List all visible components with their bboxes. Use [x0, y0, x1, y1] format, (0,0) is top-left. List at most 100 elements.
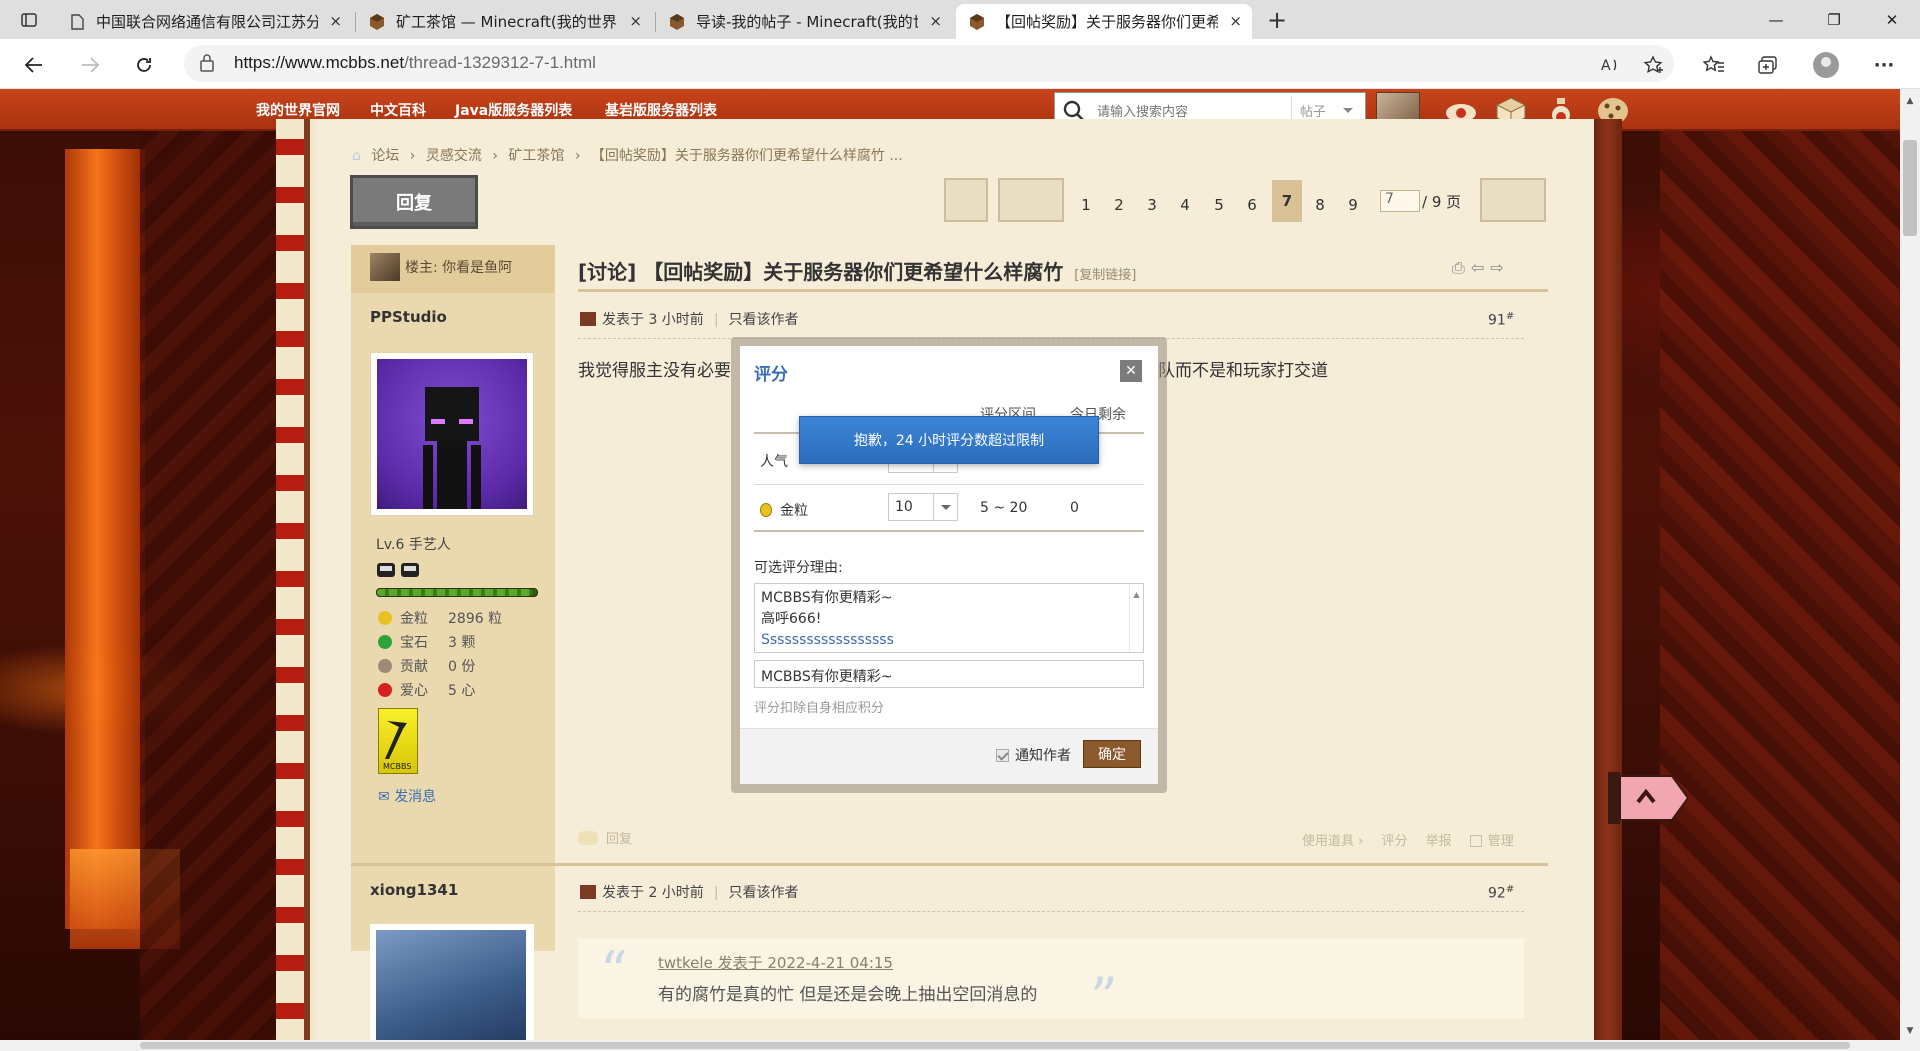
browser-tab-active[interactable]: 【回帖奖励】关于服务器你们更希 ×: [956, 4, 1252, 39]
rate-select-gold[interactable]: 10: [888, 493, 958, 521]
page-link[interactable]: 1: [1071, 190, 1101, 220]
page-link[interactable]: 6: [1237, 190, 1267, 220]
nav-link-java-servers[interactable]: Java版服务器列表: [455, 100, 572, 120]
page-link[interactable]: 8: [1305, 190, 1335, 220]
scroll-down-icon[interactable]: ▼: [1900, 1022, 1920, 1040]
restore-button[interactable]: ❐: [1806, 0, 1862, 39]
tab-close-icon[interactable]: ×: [1229, 12, 1242, 30]
copy-link[interactable]: [复制链接]: [1074, 268, 1136, 283]
page-link[interactable]: 2: [1104, 190, 1134, 220]
breadcrumb-item[interactable]: 灵感交流: [426, 148, 482, 164]
horizontal-scrollbar-thumb[interactable]: [140, 1042, 1850, 1049]
scroll-up-icon[interactable]: ▲: [1900, 92, 1920, 110]
nav-link-wiki[interactable]: 中文百科: [370, 100, 426, 120]
post-time: 发表于 2 小时前: [602, 885, 704, 901]
manage-checkbox[interactable]: [1469, 835, 1482, 847]
nav-link-bedrock-servers[interactable]: 基岩版服务器列表: [605, 100, 717, 120]
forward-button[interactable]: [72, 47, 108, 83]
reply-button[interactable]: 回复: [350, 175, 478, 229]
browser-tab[interactable]: 导读-我的帖子 - Minecraft(我的世 ×: [656, 4, 952, 39]
url-field[interactable]: https://www.mcbbs.net/thread-1329312-7-1…: [184, 45, 1674, 82]
tab-close-icon[interactable]: ×: [329, 12, 342, 30]
op-label[interactable]: 楼主: 你看是鱼阿: [405, 257, 512, 277]
meta-divider: [578, 911, 1524, 912]
reason-list[interactable]: MCBBS有你更精彩~ 高呼666! Ssssssssssssssssss ▲▼: [754, 583, 1144, 683]
next-page-button[interactable]: [1480, 178, 1546, 222]
rate-range-gold: 5 ~ 20: [980, 500, 1028, 516]
level-badge-icon: [377, 563, 419, 577]
floor-number[interactable]: 91#: [1488, 311, 1514, 329]
pig-mascot-icon[interactable]: [1608, 768, 1688, 828]
page-link[interactable]: 3: [1137, 190, 1167, 220]
home-icon[interactable]: ⌂: [352, 148, 361, 164]
nav-link-official[interactable]: 我的世界官网: [256, 100, 340, 120]
post-author[interactable]: PPStudio: [370, 308, 447, 326]
scrollbar-thumb[interactable]: [1903, 140, 1917, 236]
post-author[interactable]: xiong1341: [370, 881, 458, 899]
stat-gold: 金粒 2896 粒: [378, 608, 502, 628]
favorites-icon[interactable]: [1698, 49, 1730, 81]
notify-author-checkbox[interactable]: 通知作者: [996, 745, 1071, 765]
stat-value: 5 心: [448, 683, 476, 699]
browser-tab[interactable]: 中国联合网络通信有限公司江苏分 ×: [56, 4, 352, 39]
page-link[interactable]: 4: [1170, 190, 1200, 220]
close-icon[interactable]: ✕: [1120, 360, 1142, 382]
post-actions: 使用道具 › 评分 举报 管理: [1288, 830, 1514, 849]
read-aloud-icon[interactable]: A: [1594, 49, 1626, 81]
print-icon[interactable]: ⎙: [1452, 258, 1471, 277]
prev-thread-icon[interactable]: ⇦: [1471, 258, 1490, 277]
use-item-link[interactable]: 使用道具 ›: [1302, 834, 1363, 849]
minimize-button[interactable]: —: [1748, 0, 1804, 39]
chevron-down-icon: [933, 494, 957, 520]
next-thread-icon[interactable]: ⇨: [1490, 258, 1509, 277]
prev-page-button[interactable]: [998, 178, 1064, 222]
tab-close-icon[interactable]: ×: [629, 12, 642, 30]
post-text: 我觉得服主没有必要: [578, 361, 731, 381]
profile-avatar[interactable]: [1810, 49, 1842, 81]
only-author-link[interactable]: 只看该作者: [729, 885, 799, 901]
add-favorite-icon[interactable]: [1638, 49, 1670, 81]
breadcrumb-item[interactable]: 【回帖奖励】关于服务器你们更希望什么样腐竹 ...: [591, 148, 903, 164]
browser-tab[interactable]: 矿工茶馆 — Minecraft(我的世界) ×: [356, 4, 652, 39]
deduct-note: 评分扣除自身相应积分: [754, 701, 885, 716]
user-level[interactable]: Lv.6 手艺人: [376, 534, 451, 554]
op-avatar[interactable]: [370, 253, 400, 281]
new-tab-button[interactable]: +: [1264, 6, 1290, 34]
reload-button[interactable]: [126, 47, 162, 83]
pickaxe-medal-icon[interactable]: MCBBS: [378, 708, 418, 774]
breadcrumb-item[interactable]: 矿工茶馆: [508, 148, 564, 164]
thread-title: [讨论] 【回帖奖励】关于服务器你们更希望什么样腐竹 [复制链接]: [578, 256, 1136, 285]
page-link[interactable]: 5: [1204, 190, 1234, 220]
reason-option[interactable]: Ssssssssssssssssss: [761, 630, 1137, 651]
confirm-button[interactable]: 确定: [1083, 740, 1141, 768]
mail-icon: ✉: [378, 789, 395, 805]
grass-block-icon: [370, 14, 384, 30]
more-menu-icon[interactable]: ···: [1868, 49, 1900, 81]
manage-link[interactable]: 管理: [1488, 834, 1514, 849]
grass-block-icon: [970, 14, 984, 30]
quote-author-link[interactable]: twtkele 发表于 2022-4-21 04:15: [658, 952, 893, 973]
report-link[interactable]: 举报: [1426, 834, 1452, 849]
breadcrumb-item[interactable]: 论坛: [371, 148, 399, 164]
reason-scrollbar[interactable]: ▲▼: [1129, 584, 1143, 683]
stat-value: 0 份: [448, 659, 476, 675]
reason-input[interactable]: MCBBS有你更精彩~: [754, 660, 1144, 688]
tab-close-icon[interactable]: ×: [929, 12, 942, 30]
first-page-button[interactable]: [944, 178, 988, 222]
floor-number[interactable]: 92#: [1488, 884, 1514, 902]
post-author-avatar[interactable]: [370, 352, 534, 516]
reason-option[interactable]: MCBBS有你更精彩~: [761, 588, 1137, 609]
post-reply-link[interactable]: 回复: [606, 832, 632, 847]
page-jump-input[interactable]: 7: [1380, 190, 1420, 212]
send-message-link[interactable]: ✉ 发消息: [378, 786, 436, 806]
back-button[interactable]: [16, 47, 52, 83]
tab-actions-icon[interactable]: [16, 8, 42, 32]
collections-icon[interactable]: [1752, 49, 1784, 81]
close-window-button[interactable]: ✕: [1864, 0, 1920, 39]
thread-title-text[interactable]: [讨论] 【回帖奖励】关于服务器你们更希望什么样腐竹: [578, 260, 1063, 284]
only-author-link[interactable]: 只看该作者: [729, 312, 799, 328]
page-link[interactable]: 9: [1338, 190, 1368, 220]
post-author-avatar[interactable]: [370, 924, 534, 1050]
reason-option[interactable]: 高呼666!: [761, 609, 1137, 630]
rate-link[interactable]: 评分: [1381, 834, 1407, 849]
